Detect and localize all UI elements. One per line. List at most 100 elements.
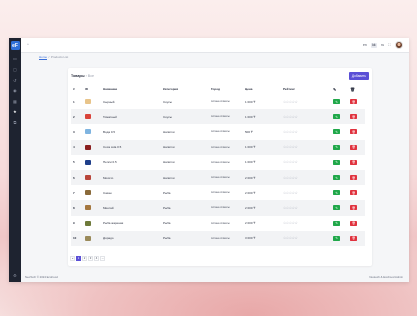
lang-ru[interactable]: ru	[380, 43, 386, 48]
delete-button[interactable]: 🗑	[350, 114, 357, 120]
row-delete-cell: 🗑	[348, 94, 365, 109]
row-name: Мохито	[101, 169, 161, 186]
row-rating[interactable]: ☆☆☆☆☆	[281, 230, 331, 246]
sidebar-item-dashboard[interactable]: ▭	[12, 57, 18, 63]
edit-icon: ✎	[335, 145, 338, 150]
sidebar-item-grid[interactable]: ▦	[12, 99, 18, 105]
lang-kk[interactable]: kk	[370, 42, 378, 48]
row-rating[interactable]: ☆☆☆☆☆	[281, 94, 331, 109]
edit-button[interactable]: ✎	[333, 114, 340, 120]
product-image	[85, 159, 91, 165]
product-image	[85, 190, 91, 196]
edit-button[interactable]: ✎	[333, 175, 340, 181]
row-category: Соусы	[163, 99, 172, 104]
sidebar-item-settings[interactable]: ⚙	[12, 273, 18, 279]
delete-button[interactable]: 🗑	[350, 235, 357, 241]
row-delete-cell: 🗑	[348, 230, 365, 246]
row-rating[interactable]: ☆☆☆☆☆	[281, 124, 331, 139]
breadcrumb-home[interactable]: Home	[39, 55, 47, 59]
sidebar-item-products[interactable]: ★	[12, 110, 18, 116]
trash-icon: 🗑	[351, 160, 356, 165]
row-edit-cell: ✎	[331, 169, 348, 186]
delete-button[interactable]: 🗑	[350, 190, 357, 196]
page-1[interactable]: 1	[75, 255, 82, 261]
delete-button[interactable]: 🗑	[350, 129, 357, 135]
row-rating[interactable]: ☆☆☆☆☆	[281, 155, 331, 170]
folder-icon: ▢	[13, 67, 17, 73]
sidebar-item-folder[interactable]: ▢	[12, 67, 18, 73]
fullscreen-icon[interactable]: ⛶	[388, 43, 390, 47]
row-name: Рыба жареная	[103, 221, 124, 226]
row-number: 1	[73, 99, 75, 104]
row-edit-cell: ✎	[331, 216, 348, 231]
row-rating[interactable]: ☆☆☆☆☆	[281, 169, 331, 186]
row-edit-cell: ✎	[331, 124, 348, 139]
trash-icon: 🗑	[351, 205, 356, 210]
topbar: ▫ en kk ru ⛶	[21, 38, 409, 53]
col-price[interactable]: Цена	[243, 84, 281, 94]
edit-button[interactable]: ✎	[333, 235, 340, 241]
row-price: 2 000 ₸	[245, 221, 256, 226]
page-2[interactable]: 2	[81, 255, 88, 261]
edit-button[interactable]: ✎	[333, 190, 340, 196]
sidebar-toggle-icon[interactable]: ▫	[27, 42, 29, 48]
row-rating[interactable]: ☆☆☆☆☆	[281, 185, 331, 200]
col-delete: 🗑	[348, 84, 365, 94]
delete-button[interactable]: 🗑	[350, 159, 357, 165]
row-edit-cell: ✎	[331, 155, 348, 170]
row-rating[interactable]: ☆☆☆☆☆	[281, 200, 331, 216]
edit-button[interactable]: ✎	[333, 129, 340, 135]
trash-icon: 🗑	[351, 236, 356, 241]
edit-button[interactable]: ✎	[333, 159, 340, 165]
page-prev[interactable]: «	[70, 255, 76, 261]
row-rating[interactable]: ☆☆☆☆☆	[281, 109, 331, 125]
row-city: Астана Алматы	[209, 139, 243, 155]
row-rating[interactable]: ☆☆☆☆☆	[281, 139, 331, 155]
trash-icon: 🗑	[351, 175, 356, 180]
app-logo[interactable]: eF	[10, 41, 20, 50]
row-city: Астана Алматы	[211, 100, 230, 104]
footer: NeoTech © 2024 EcoFood Neotech & EcoFood…	[21, 272, 409, 282]
table-row: 3 Вода 0.5 Напитки Астана Алматы 500 ₸ ☆…	[71, 124, 365, 139]
col-id[interactable]: ID	[83, 84, 101, 94]
row-delete-cell: 🗑	[348, 109, 365, 125]
card-subtitle[interactable]: Все	[88, 74, 94, 78]
page-next[interactable]: →	[99, 255, 106, 261]
col-rating[interactable]: Рейтинг	[281, 84, 331, 94]
col-category[interactable]: Категория	[161, 84, 209, 94]
row-price: 3 000 ₸	[243, 230, 281, 246]
row-image-cell	[83, 94, 101, 109]
delete-button[interactable]: 🗑	[350, 99, 357, 105]
row-city: Астана Алматы	[209, 200, 243, 216]
trash-icon: 🗑	[351, 129, 356, 134]
edit-icon: ✎	[335, 190, 338, 195]
row-image-cell	[83, 139, 101, 155]
page-4[interactable]: 4	[93, 255, 100, 261]
delete-button[interactable]: 🗑	[350, 144, 357, 150]
sidebar-item-bookmark[interactable]: ⧉	[12, 120, 18, 126]
row-image-cell	[83, 155, 101, 170]
delete-button[interactable]: 🗑	[350, 220, 357, 226]
edit-icon: ✎	[335, 205, 338, 210]
lang-en[interactable]: en	[361, 43, 368, 48]
edit-button[interactable]: ✎	[333, 205, 340, 211]
footer-right: Neotech & EcoFood Admin	[369, 275, 403, 279]
row-city: Астана Алматы	[211, 130, 230, 134]
col-name[interactable]: Название	[101, 84, 161, 94]
sidebar-item-history[interactable]: ↺	[12, 78, 18, 84]
row-rating[interactable]: ☆☆☆☆☆	[281, 216, 331, 231]
col-city[interactable]: Город	[209, 84, 243, 94]
avatar[interactable]	[395, 41, 403, 49]
add-product-button[interactable]: Добавить	[348, 72, 369, 80]
location-icon: ◉	[13, 88, 17, 94]
edit-button[interactable]: ✎	[333, 99, 340, 105]
sidebar-item-location[interactable]: ◉	[12, 88, 18, 94]
row-category: Рыба	[161, 230, 209, 246]
table-row: 4 Coca cola 0.5 Напитки Астана Алматы 1 …	[71, 139, 365, 155]
delete-button[interactable]: 🗑	[350, 175, 357, 181]
edit-button[interactable]: ✎	[333, 144, 340, 150]
card-title: Товары › Все	[71, 74, 94, 78]
page-3[interactable]: 3	[87, 255, 94, 261]
delete-button[interactable]: 🗑	[350, 205, 357, 211]
edit-button[interactable]: ✎	[333, 220, 340, 226]
